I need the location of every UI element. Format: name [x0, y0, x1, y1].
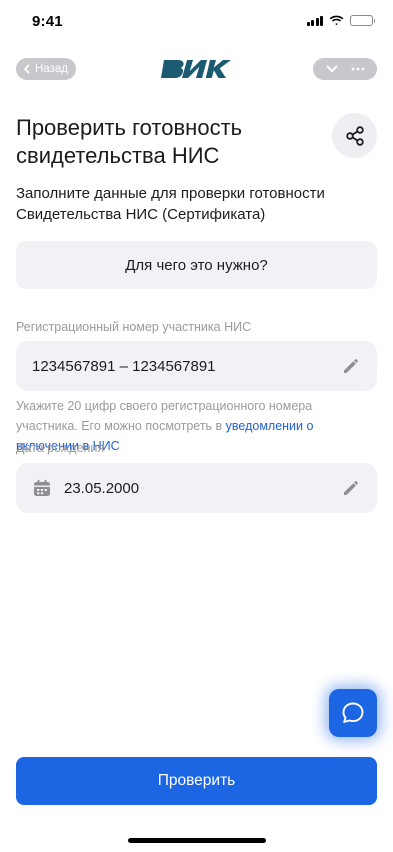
chat-bubble-icon — [342, 702, 364, 723]
back-button[interactable]: Назад — [16, 58, 76, 80]
chevron-down-icon — [326, 65, 338, 72]
calendar-icon — [34, 479, 50, 496]
more-dots-icon — [351, 67, 365, 71]
submit-button[interactable]: Проверить — [16, 757, 377, 805]
why-needed-button[interactable]: Для чего это нужно? — [16, 241, 377, 289]
pencil-icon[interactable] — [341, 356, 361, 376]
minimize-button[interactable] — [320, 58, 344, 80]
battery-icon — [350, 15, 375, 26]
birth-date-value: 23.05.2000 — [64, 479, 140, 497]
chevron-left-icon — [24, 64, 30, 74]
birth-date-label: Дата рождения — [16, 441, 105, 455]
reg-number-field[interactable]: 1234567891 – 1234567891 — [16, 341, 377, 391]
wifi-icon — [329, 15, 344, 26]
status-icons — [306, 15, 375, 26]
pencil-icon[interactable] — [341, 478, 361, 498]
reg-number-value: 1234567891 – 1234567891 — [32, 357, 216, 375]
page-title: Проверить готовность свидетельства НИС — [16, 115, 243, 168]
miniapp-capsule — [313, 58, 377, 80]
more-button[interactable] — [346, 58, 370, 80]
back-label: Назад — [35, 63, 68, 75]
cellular-signal-icon — [306, 15, 323, 26]
status-time: 9:41 — [32, 13, 63, 30]
home-indicator — [128, 838, 266, 843]
share-button[interactable] — [332, 113, 377, 158]
nav-bar: Назад — [16, 58, 377, 80]
birth-date-field[interactable]: 23.05.2000 — [16, 463, 377, 513]
chat-button[interactable] — [329, 689, 377, 737]
share-icon — [345, 125, 364, 146]
page-subtitle: Заполните данные для проверки готовности… — [16, 185, 325, 223]
reg-number-label: Регистрационный номер участника НИС — [16, 320, 252, 334]
status-bar: 9:41 — [0, 0, 393, 44]
vik-logo — [161, 60, 231, 78]
